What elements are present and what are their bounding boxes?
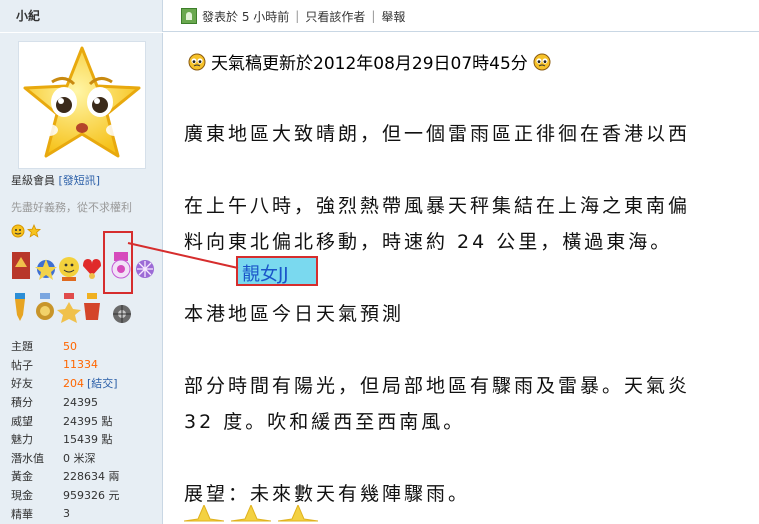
cry-smiley-icon: [533, 53, 551, 70]
stat-value[interactable]: 11334: [63, 358, 98, 371]
stat-digest: 精華 3: [11, 504, 161, 523]
report-link[interactable]: 舉報: [381, 8, 405, 25]
stat-label: 精華: [11, 507, 33, 521]
stat-value[interactable]: 204: [63, 377, 84, 390]
smiley-icon: [11, 224, 25, 238]
user-signature: 先盡好義務，從不求權利: [11, 201, 132, 214]
stat-posts: 帖子 11334: [11, 356, 161, 375]
stat-label: 潛水值: [11, 451, 44, 465]
stat-label: 黃金: [11, 470, 33, 484]
stat-dive: 潛水值 0 米深: [11, 449, 161, 468]
stat-topics: 主題 50: [11, 337, 161, 356]
stat-label: 好友: [11, 377, 33, 391]
stat-label: 魅力: [11, 433, 33, 447]
post-paragraph: 32 度。吹和緩西至西南風。: [184, 411, 466, 433]
post-paragraph: 本港地區今日天氣預測: [184, 303, 405, 325]
post-paragraph: 料向東北偏北移動，時速約 24 公里，橫過東海。: [184, 231, 673, 253]
stat-value[interactable]: 50: [63, 340, 77, 353]
stat-label: 現金: [11, 489, 33, 503]
stat-points: 積分 24395: [11, 393, 161, 412]
stat-label: 帖子: [11, 358, 33, 372]
star-icon: [278, 505, 318, 522]
stat-prestige: 威望 24395 點: [11, 411, 161, 430]
user-stats: 主題 50 帖子 11334 好友 204 [結交] 積分 24395 威望 2…: [11, 337, 161, 523]
stat-value: 959326 元: [63, 489, 120, 503]
stat-value: 0 米深: [63, 451, 96, 465]
status-icons: [11, 224, 41, 238]
cry-smiley-icon: [188, 53, 206, 70]
post-paragraph: 展望：未來數天有幾陣驟雨。: [184, 483, 471, 505]
stat-value: 3: [63, 507, 70, 521]
member-rank: 星級會員 [發短訊]: [11, 172, 100, 188]
post-paragraph: 廣東地區大致晴朗，但一個雷雨區正徘徊在香港以西: [184, 123, 691, 145]
post-paragraph: 在上午八時，強烈熱帶風暴天秤集結在上海之東南偏: [184, 195, 691, 217]
stat-value: 15439 點: [63, 433, 113, 447]
online-status-icon: [181, 8, 197, 24]
view-author-only-link[interactable]: 只看該作者: [305, 8, 365, 25]
stat-label: 主題: [11, 340, 33, 354]
annotation-label: 靚女JJ: [236, 256, 318, 286]
send-message-link[interactable]: [發短訊]: [59, 174, 101, 187]
stat-gold: 黃金 228634 兩: [11, 467, 161, 486]
post-title: 天氣稿更新於2012年08月29日07時45分: [183, 49, 556, 74]
meta-divider: |: [295, 9, 300, 23]
post-meta: 發表於 5 小時前 | 只看該作者 | 舉報: [181, 6, 405, 26]
stat-cash: 現金 959326 元: [11, 486, 161, 505]
star-rank-icon: [27, 224, 41, 238]
star-icon: [231, 505, 271, 522]
decorative-stars: [184, 505, 318, 524]
star-face-avatar-icon: [23, 46, 141, 158]
author-profile-panel: 星級會員 [發短訊] 先盡好義務，從不求權利 主題 50 帖子 11334 好友…: [0, 33, 163, 524]
stat-value: 228634 兩: [63, 470, 120, 484]
medals-icon: [12, 252, 154, 323]
avatar[interactable]: [18, 41, 146, 169]
rank-title: 星級會員: [11, 174, 55, 187]
meta-divider: |: [371, 9, 376, 23]
post-title-text: 天氣稿更新於2012年08月29日07時45分: [211, 54, 528, 74]
annotation-highlight-box: [103, 231, 133, 294]
post-paragraph: 部分時間有陽光，但局部地區有驟雨及雷暴。天氣炎: [184, 375, 691, 397]
stat-label: 威望: [11, 414, 33, 428]
medal-row-2: [15, 293, 131, 323]
author-header: 小紀: [0, 0, 163, 32]
star-icon: [184, 505, 224, 522]
post-content: 天氣稿更新於2012年08月29日07時45分 廣東地區大致晴朗，但一個雷雨區正…: [163, 33, 759, 524]
medal-list: [11, 249, 161, 339]
stat-label: 積分: [11, 396, 33, 410]
author-name-link[interactable]: 小紀: [16, 7, 40, 24]
stat-value: 24395: [63, 395, 98, 409]
stat-charm: 魅力 15439 點: [11, 430, 161, 449]
add-friend-link[interactable]: [結交]: [87, 375, 118, 391]
posted-time: 發表於 5 小時前: [202, 9, 290, 24]
stat-friends: 好友 204 [結交]: [11, 374, 161, 393]
post-header-bar: 小紀 發表於 5 小時前 | 只看該作者 | 舉報: [0, 0, 759, 32]
stat-value: 24395 點: [63, 414, 113, 428]
